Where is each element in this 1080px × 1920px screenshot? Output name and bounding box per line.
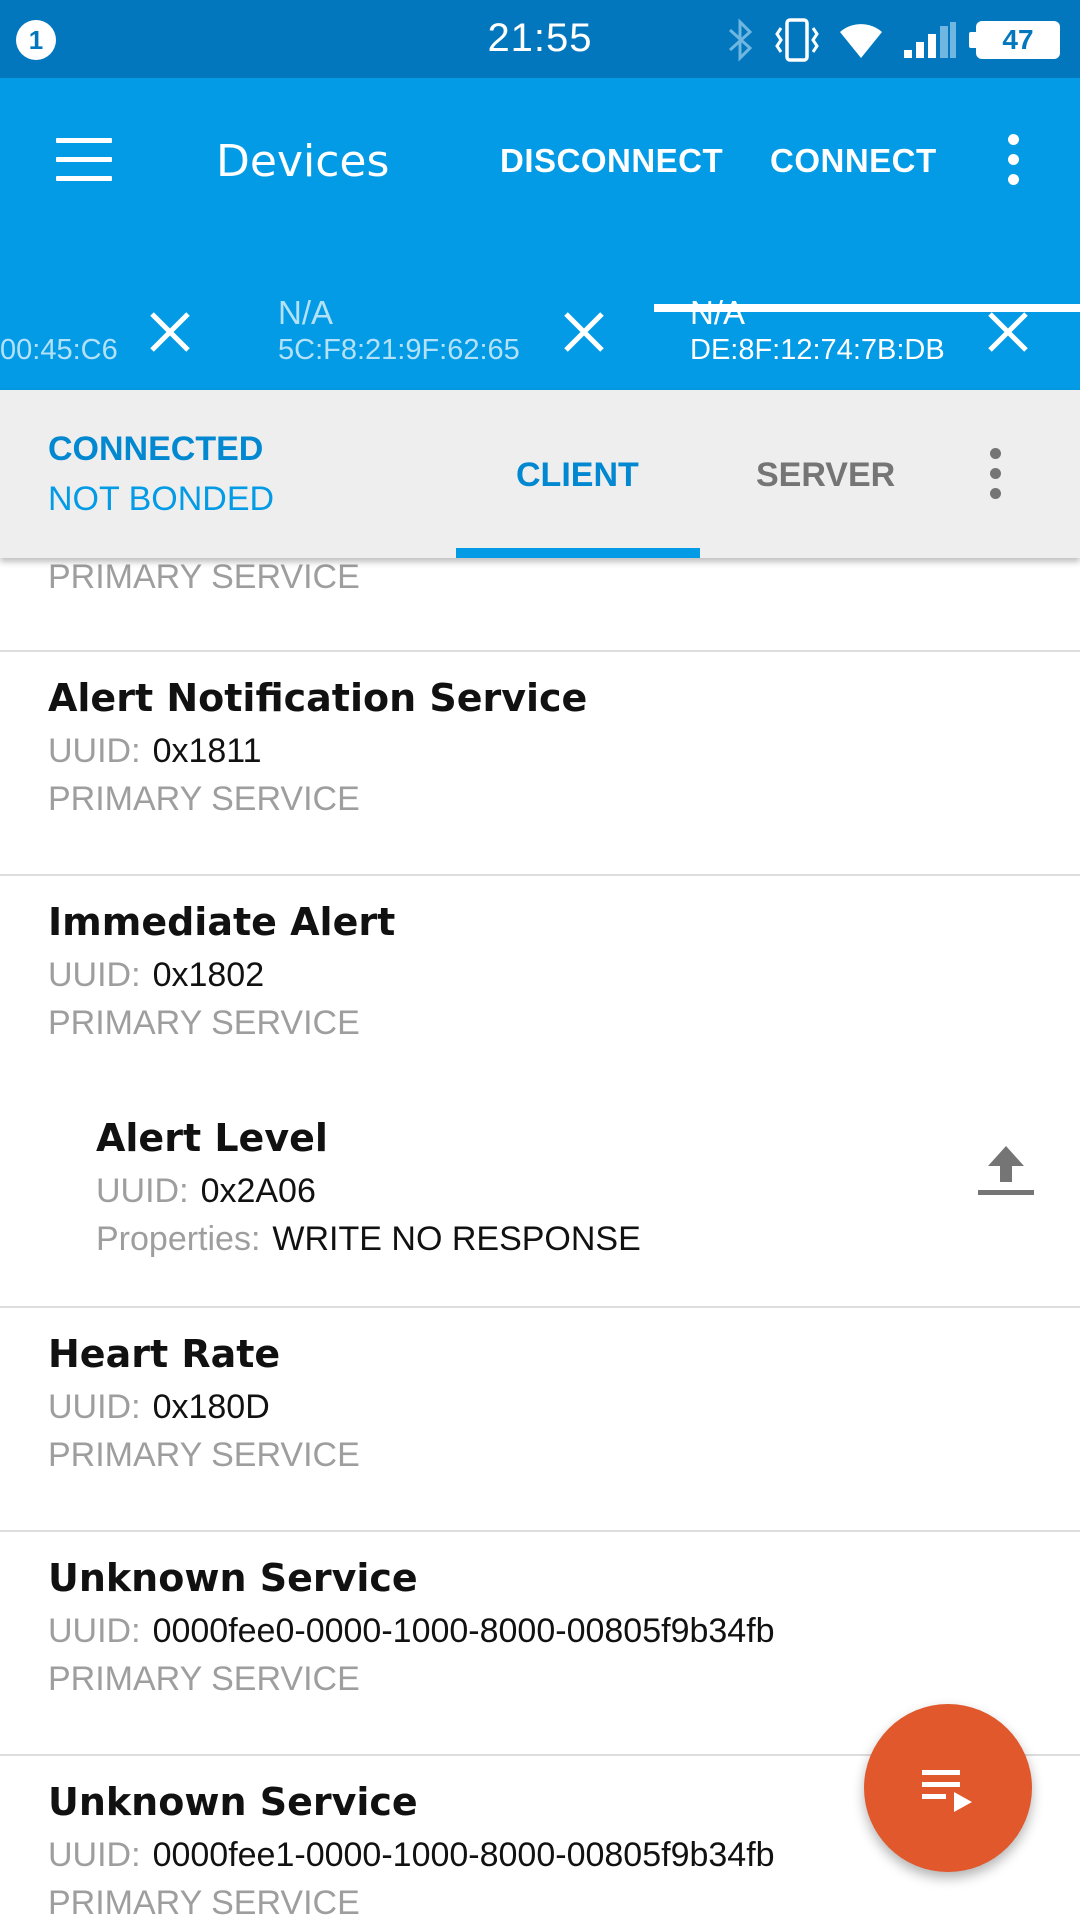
status-bar: 1 21:55 47	[0, 0, 1080, 78]
connection-bar: CONNECTED NOT BONDED CLIENT SERVER	[0, 390, 1080, 558]
device-tab-name: N/A	[278, 294, 334, 331]
overflow-menu-icon[interactable]	[1006, 134, 1020, 194]
log-fab-button[interactable]	[864, 1704, 1032, 1872]
service-uuid-row: UUID: 0x1811	[48, 732, 262, 771]
uuid-label: UUID:	[48, 732, 141, 770]
uuid-value: 0000fee0-0000-1000-8000-00805f9b34fb	[152, 1612, 775, 1650]
close-icon[interactable]	[146, 308, 194, 356]
service-name: Alert Notification Service	[48, 676, 588, 720]
client-tab-indicator	[456, 548, 700, 558]
properties-value: WRITE NO RESPONSE	[272, 1220, 641, 1258]
uuid-label: UUID:	[48, 1836, 141, 1874]
list-item[interactable]: PRIMARY SERVICE	[0, 558, 1080, 652]
battery-icon: 47	[969, 21, 1060, 59]
device-tabs: 00:45:C6 N/A 5C:F8:21:9F:62:65 N/A DE:8F…	[0, 278, 1080, 390]
service-type: PRIMARY SERVICE	[48, 1660, 360, 1698]
service-type: PRIMARY SERVICE	[48, 1004, 360, 1042]
vibrate-icon	[775, 18, 819, 62]
signal-icon	[904, 22, 956, 58]
list-item[interactable]: Alert Notification Service UUID: 0x1811 P…	[0, 652, 1080, 876]
hamburger-menu-icon[interactable]	[56, 138, 112, 182]
disconnect-button[interactable]: DISCONNECT	[500, 142, 723, 180]
uuid-value: 0x1802	[152, 956, 265, 994]
service-type: PRIMARY SERVICE	[48, 1436, 360, 1474]
device-tab-indicator	[654, 304, 1080, 312]
device-tab-name: N/A	[690, 294, 746, 331]
service-uuid-row: UUID: 0x180D	[48, 1388, 270, 1427]
service-type: PRIMARY SERVICE	[48, 558, 360, 596]
uuid-label: UUID:	[48, 956, 141, 994]
wifi-icon	[840, 24, 882, 58]
device-tab-2[interactable]: N/A 5C:F8:21:9F:62:65	[278, 278, 638, 390]
service-uuid-row: UUID: 0x1802	[48, 956, 264, 995]
list-item[interactable]: Heart Rate UUID: 0x180D PRIMARY SERVICE	[0, 1308, 1080, 1532]
characteristic-properties-row: Properties: WRITE NO RESPONSE	[96, 1220, 641, 1259]
uuid-value: 0x2A06	[200, 1172, 316, 1210]
service-name: Immediate Alert	[48, 900, 396, 944]
bond-state: NOT BONDED	[48, 480, 275, 518]
device-tab-1[interactable]: 00:45:C6	[0, 278, 230, 390]
service-uuid-row: UUID: 0000fee1-0000-1000-8000-00805f9b34f…	[48, 1836, 775, 1875]
playlist-play-icon	[922, 1770, 972, 1812]
uuid-label: UUID:	[96, 1172, 189, 1210]
overflow-menu-icon[interactable]	[988, 448, 1002, 508]
device-tab-address: 00:45:C6	[0, 334, 118, 366]
tab-client[interactable]: CLIENT	[516, 456, 639, 495]
list-item[interactable]: Immediate Alert UUID: 0x1802 PRIMARY SERV…	[0, 876, 1080, 1308]
page-title: Devices	[216, 136, 390, 187]
service-type: PRIMARY SERVICE	[48, 780, 360, 818]
uuid-value: 0x180D	[152, 1388, 270, 1426]
characteristic-uuid-row: UUID: 0x2A06	[96, 1172, 316, 1211]
upload-icon[interactable]	[976, 1142, 1036, 1198]
service-name: Heart Rate	[48, 1332, 281, 1376]
service-name: Unknown Service	[48, 1780, 418, 1824]
device-tab-3[interactable]: N/A DE:8F:12:74:7B:DB	[690, 278, 1080, 390]
uuid-label: UUID:	[48, 1388, 141, 1426]
service-name: Unknown Service	[48, 1556, 418, 1600]
close-icon[interactable]	[560, 308, 608, 356]
service-type: PRIMARY SERVICE	[48, 1884, 360, 1920]
uuid-label: UUID:	[48, 1612, 141, 1650]
close-icon[interactable]	[984, 308, 1032, 356]
service-uuid-row: UUID: 0000fee0-0000-1000-8000-00805f9b34f…	[48, 1612, 775, 1651]
bluetooth-icon	[728, 18, 753, 62]
uuid-value: 0x1811	[152, 732, 262, 770]
device-tab-address: 5C:F8:21:9F:62:65	[278, 334, 520, 366]
characteristic-name: Alert Level	[96, 1116, 328, 1160]
properties-label: Properties:	[96, 1220, 261, 1258]
tab-server[interactable]: SERVER	[756, 456, 895, 495]
status-icons: 47	[726, 18, 1060, 62]
uuid-value: 0000fee1-0000-1000-8000-00805f9b34fb	[152, 1836, 775, 1874]
device-tab-address: DE:8F:12:74:7B:DB	[690, 334, 945, 366]
connection-state: CONNECTED	[48, 430, 264, 468]
app-bar: Devices DISCONNECT CONNECT 00:45:C6 N/A …	[0, 78, 1080, 390]
connect-button[interactable]: CONNECT	[770, 142, 937, 180]
